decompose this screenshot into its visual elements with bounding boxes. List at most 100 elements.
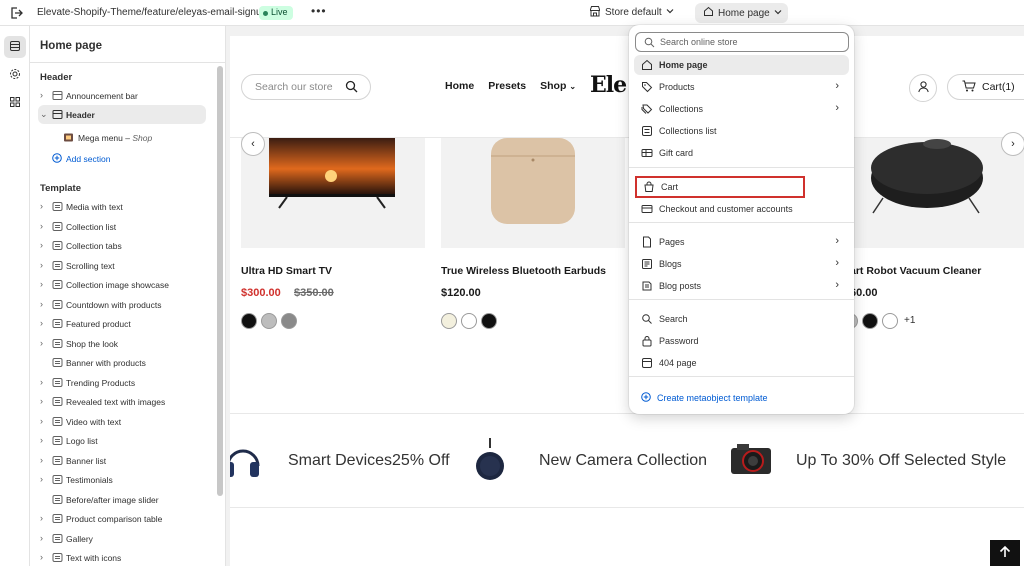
sidebar-item-template-section[interactable]: › Gallery: [30, 529, 216, 548]
chevron-right-icon[interactable]: ›: [40, 318, 50, 328]
dropdown-item-pages[interactable]: Pages ›: [634, 232, 849, 252]
nav-presets[interactable]: Presets: [488, 80, 526, 92]
back-to-top-button[interactable]: [990, 540, 1020, 566]
sidebar-item-template-section[interactable]: › Banner list: [30, 451, 216, 470]
tag-icon: [641, 81, 653, 93]
dropdown-item-blogs[interactable]: Blogs ›: [634, 254, 849, 274]
account-button[interactable]: [909, 74, 937, 102]
block-icon: [63, 132, 74, 143]
sidebar-item-template-section[interactable]: › Media with text: [30, 197, 216, 216]
page-select[interactable]: Home page: [695, 3, 788, 23]
sidebar-item-template-section[interactable]: › Collection list: [30, 217, 216, 236]
theme-settings-button[interactable]: [4, 64, 26, 86]
chevron-right-icon: ›: [835, 257, 839, 269]
color-swatch[interactable]: [261, 313, 277, 329]
store-select[interactable]: Store default: [589, 5, 674, 20]
sidebar-item-template-section[interactable]: › Revealed text with images: [30, 392, 216, 411]
sidebar-item-template-section[interactable]: › Product comparison table: [30, 509, 216, 528]
sections-button[interactable]: [4, 36, 26, 58]
chevron-right-icon[interactable]: ›: [40, 513, 50, 523]
chevron-right-icon[interactable]: ›: [40, 299, 50, 309]
product-image-earbuds[interactable]: [441, 138, 625, 248]
chevron-right-icon[interactable]: ›: [40, 435, 50, 445]
create-metaobject-button[interactable]: Create metaobject template: [641, 392, 768, 404]
dropdown-item-home-page[interactable]: Home page: [634, 55, 849, 75]
chevron-right-icon[interactable]: ›: [40, 533, 50, 543]
color-swatch[interactable]: [241, 313, 257, 329]
add-section-button[interactable]: Add section: [52, 153, 110, 165]
sidebar-item-template-section[interactable]: › Testimonials: [30, 470, 216, 489]
carousel-next-button[interactable]: ›: [1001, 132, 1024, 156]
cart-button[interactable]: Cart(1): [947, 74, 1024, 100]
apps-button[interactable]: [4, 92, 26, 114]
color-swatch[interactable]: [441, 313, 457, 329]
dropdown-item-password[interactable]: Password: [634, 331, 849, 351]
dropdown-item-gift-card[interactable]: Gift card: [634, 143, 849, 163]
color-swatch[interactable]: [481, 313, 497, 329]
color-swatch[interactable]: [281, 313, 297, 329]
chevron-right-icon[interactable]: ›: [40, 260, 50, 270]
sidebar-item-template-section[interactable]: › Countdown with products: [30, 295, 216, 314]
store-logo[interactable]: Ele: [590, 72, 627, 98]
chevron-down-icon[interactable]: ⌄: [40, 109, 50, 119]
collections-icon: [641, 103, 653, 115]
chevron-right-icon[interactable]: ›: [40, 338, 50, 348]
sidebar-item-template-section[interactable]: › Logo list: [30, 431, 216, 450]
dropdown-item-404-page[interactable]: 404 page: [634, 353, 849, 373]
sidebar-item-template-section[interactable]: › Featured product: [30, 314, 216, 333]
chevron-right-icon[interactable]: ›: [40, 396, 50, 406]
sidebar-item-template-section[interactable]: Before/after image slider: [30, 490, 216, 509]
dropdown-item-checkout-and-customer-accounts[interactable]: Checkout and customer accounts: [634, 199, 849, 219]
product-title[interactable]: art Robot Vacuum Cleaner: [850, 265, 981, 277]
sidebar-scrollbar-thumb[interactable]: [217, 66, 223, 496]
sidebar-item-template-section[interactable]: › Collection image showcase: [30, 275, 216, 294]
store-search-placeholder: Search our store: [255, 81, 333, 93]
chevron-right-icon[interactable]: ›: [40, 240, 50, 250]
nav-home[interactable]: Home: [445, 80, 474, 92]
dropdown-item-collections[interactable]: Collections ›: [634, 99, 849, 119]
sidebar-item-template-section[interactable]: › Collection tabs: [30, 236, 216, 255]
product-image-vacuum[interactable]: [841, 138, 1024, 248]
chevron-right-icon[interactable]: ›: [40, 552, 50, 562]
dropdown-search-input[interactable]: Search online store: [635, 32, 849, 52]
nav-shop[interactable]: Shop ⌄: [540, 80, 576, 92]
chevron-right-icon[interactable]: ›: [40, 474, 50, 484]
dropdown-item-collections-list[interactable]: Collections list: [634, 121, 849, 141]
more-options-button[interactable]: •••: [311, 4, 327, 18]
top-bar: Elevate-Shopify-Theme/feature/eleyas-ema…: [0, 0, 1024, 26]
chevron-right-icon[interactable]: ›: [40, 455, 50, 465]
sidebar-item-template-section[interactable]: › Video with text: [30, 412, 216, 431]
sidebar-item-label: Collection image showcase: [66, 280, 169, 290]
sidebar-item-announcement-bar[interactable]: › Announcement bar: [30, 86, 216, 105]
dropdown-item-search[interactable]: Search: [634, 309, 849, 329]
sidebar-item-template-section[interactable]: › Trending Products: [30, 373, 216, 392]
product-image-tv[interactable]: [241, 138, 425, 248]
dropdown-item-label: Password: [659, 336, 699, 346]
color-swatch[interactable]: [461, 313, 477, 329]
product-title[interactable]: Ultra HD Smart TV: [241, 265, 332, 277]
dropdown-item-blog-posts[interactable]: Blog posts ›: [634, 276, 849, 296]
user-icon: [917, 80, 930, 96]
sidebar-item-template-section[interactable]: › Text with icons: [30, 548, 216, 566]
sidebar-item-template-section[interactable]: › Scrolling text: [30, 256, 216, 275]
dropdown-item-cart[interactable]: Cart: [635, 176, 805, 198]
chevron-right-icon[interactable]: ›: [40, 221, 50, 231]
dropdown-item-products[interactable]: Products ›: [634, 77, 849, 97]
chevron-right-icon[interactable]: ›: [40, 201, 50, 211]
chevron-right-icon[interactable]: ›: [40, 279, 50, 289]
color-swatch[interactable]: [862, 313, 878, 329]
product-title[interactable]: True Wireless Bluetooth Earbuds: [441, 265, 606, 277]
color-swatch[interactable]: [882, 313, 898, 329]
sidebar-item-mega-menu[interactable]: Mega menu – Shop: [30, 128, 216, 147]
sidebar-item-template-section[interactable]: › Shop the look: [30, 334, 216, 353]
store-search-input[interactable]: Search our store: [241, 74, 371, 100]
exit-icon[interactable]: [8, 5, 24, 21]
sidebar-item-template-section[interactable]: Banner with products: [30, 353, 216, 372]
carousel-prev-button[interactable]: ‹: [241, 132, 265, 156]
sidebar-item-header[interactable]: ⌄ Header: [38, 105, 206, 124]
chevron-right-icon[interactable]: ›: [40, 416, 50, 426]
template-group-title: Template: [40, 183, 82, 194]
chevron-right-icon[interactable]: ›: [40, 90, 50, 100]
dropdown-item-label: Blog posts: [659, 281, 702, 291]
chevron-right-icon[interactable]: ›: [40, 377, 50, 387]
